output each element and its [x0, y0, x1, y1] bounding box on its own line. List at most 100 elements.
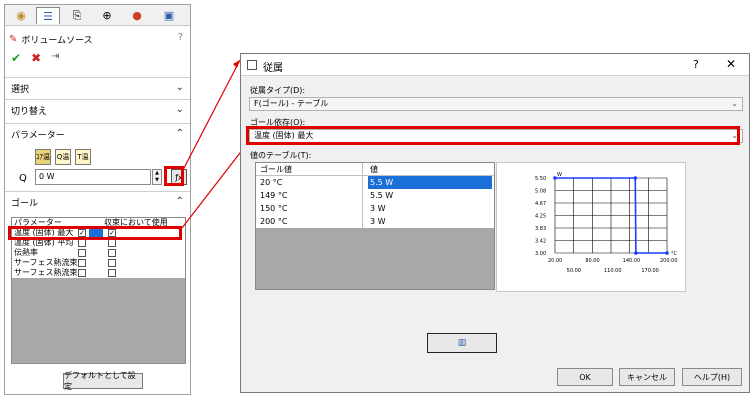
- highlight-goal-dependency: [246, 126, 740, 145]
- header-goal-value: ゴール値: [260, 165, 292, 174]
- cell-value[interactable]: 3 W: [368, 215, 492, 228]
- table-row[interactable]: 200 °C 3 W: [256, 215, 494, 228]
- x-tick-label: 50.00: [567, 268, 581, 274]
- config-manager-tab[interactable]: ⎘: [65, 7, 89, 24]
- cell-value[interactable]: 5.5 W: [368, 176, 492, 189]
- chevron-up-icon: ⌃: [175, 196, 184, 207]
- section-goals-label: ゴール: [11, 199, 39, 209]
- flow-analysis-tab[interactable]: ▣: [157, 7, 181, 24]
- property-manager-tab[interactable]: ☰: [36, 7, 60, 24]
- dependency-type-select[interactable]: F(ゴール) - テーブル ⌄: [249, 97, 743, 111]
- convergence-checkbox[interactable]: [108, 249, 116, 257]
- section-goals[interactable]: ゴール ⌃: [5, 191, 190, 213]
- y-tick-label: 3.42: [535, 239, 546, 245]
- convergence-checkbox[interactable]: [108, 239, 116, 247]
- goal-checkbox[interactable]: [78, 249, 86, 257]
- dialog-help-button[interactable]: ?: [693, 58, 699, 71]
- ok-button[interactable]: OK: [557, 368, 613, 386]
- convergence-checkbox[interactable]: [108, 259, 116, 267]
- help-icon[interactable]: ?: [178, 32, 183, 43]
- data-point: [665, 251, 669, 255]
- goal-row-name: 伝熱率: [14, 248, 38, 257]
- dependency-chart: 5.50 5.08 4.67 4.25 3.83 3.42 3.00 20.00 80.00 14…: [496, 162, 686, 292]
- chart-icon: ▥: [457, 338, 467, 348]
- section-selection-label: 選択: [11, 85, 30, 95]
- dependency-type-label: 従属タイプ(D):: [250, 86, 306, 95]
- header-value: 値: [370, 165, 378, 174]
- cell-goal[interactable]: 149 °C: [260, 189, 287, 202]
- config-manager-icon: ⎘: [72, 8, 82, 22]
- convergence-checkbox[interactable]: [108, 269, 116, 277]
- section-selection[interactable]: 選択 ⌄: [5, 77, 190, 99]
- goal-row[interactable]: サーフェス熱流束: [12, 268, 185, 278]
- goal-row[interactable]: サーフェス熱流束: [12, 258, 185, 268]
- property-panel: ◉ ☰ ⎘ ⊕ ● ▣ ✎ ボリュームソース ? ✔ ✖ ⇥ 選択 ⌄ 切り替え…: [4, 4, 191, 395]
- volume-source-icon: ✎: [9, 33, 18, 45]
- cell-goal[interactable]: 20 °C: [260, 176, 282, 189]
- chart-button[interactable]: ▥: [427, 333, 497, 353]
- cancel-button[interactable]: キャンセル: [619, 368, 675, 386]
- y-tick-label: 3.00: [535, 251, 546, 257]
- feature-manager-icon: ◉: [16, 9, 26, 22]
- dimxpert-icon: ⊕: [102, 9, 112, 22]
- y-tick-label: 3.83: [535, 226, 546, 232]
- goal-row-name: サーフェス熱流束: [14, 268, 78, 277]
- cell-goal[interactable]: 150 °C: [260, 202, 287, 215]
- section-toggle[interactable]: 切り替え ⌄: [5, 99, 190, 121]
- confirm-row: ✔ ✖ ⇥: [11, 51, 60, 65]
- y-axis-label: W: [557, 172, 562, 178]
- x-tick-label: 110.00: [604, 268, 622, 274]
- y-tick-label: 5.50: [535, 176, 546, 182]
- x-axis-label: °C: [671, 251, 678, 257]
- cell-goal[interactable]: 200 °C: [260, 215, 287, 228]
- cell-value[interactable]: 3 W: [368, 202, 492, 215]
- dimxpert-tab[interactable]: ⊕: [95, 7, 119, 24]
- pin-icon[interactable]: ⇥: [51, 51, 59, 65]
- dialog-titlebar: 従属 ? ✕: [241, 54, 749, 76]
- table-row[interactable]: 149 °C 5.5 W: [256, 189, 494, 202]
- feature-header: ✎ ボリュームソース ?: [9, 32, 187, 46]
- goal-row-name: サーフェス熱流束: [14, 258, 78, 267]
- feature-manager-tab[interactable]: ◉: [9, 7, 33, 24]
- value-table: ゴール値 値 20 °C 5.5 W 149 °C 5.5 W 150 °C 3…: [255, 162, 495, 290]
- help-button[interactable]: ヘルプ(H): [682, 368, 742, 386]
- data-point: [634, 251, 638, 255]
- x-tick-label: 140.00: [623, 258, 640, 264]
- param-type-button[interactable]: T温: [75, 149, 91, 165]
- parameter-type-buttons: ｺｱ温 Q温 T温: [35, 149, 91, 165]
- section-toggle-label: 切り替え: [11, 107, 48, 117]
- dialog-close-button[interactable]: ✕: [726, 57, 736, 71]
- q-input[interactable]: 0 W: [35, 169, 151, 185]
- param-type-button[interactable]: Q温: [55, 149, 71, 165]
- set-default-button[interactable]: デフォルトとして設定: [63, 371, 143, 391]
- chart-svg: 5.50 5.08 4.67 4.25 3.83 3.42 3.0020.00 80.00 14…: [535, 172, 678, 274]
- highlight-dependency-button: [164, 166, 184, 186]
- cancel-x-icon[interactable]: ✖: [31, 51, 41, 65]
- goal-checkbox[interactable]: [78, 269, 86, 277]
- q-label: Q: [19, 173, 27, 184]
- q-spinner[interactable]: ▲ ▼: [152, 169, 162, 185]
- data-point: [553, 176, 557, 180]
- goal-checkbox[interactable]: [78, 259, 86, 267]
- panel-tabbar: ◉ ☰ ⎘ ⊕ ● ▣: [5, 5, 190, 26]
- goal-checkbox[interactable]: [78, 239, 86, 247]
- appearance-tab[interactable]: ●: [125, 7, 149, 24]
- goal-row[interactable]: 伝熱率: [12, 248, 185, 258]
- appearance-icon: ●: [132, 9, 142, 22]
- cell-value[interactable]: 5.5 W: [368, 189, 492, 202]
- feature-title: ボリュームソース: [21, 35, 93, 46]
- chevron-down-icon: ⌄: [731, 99, 738, 108]
- arrow-to-dialog: [182, 59, 241, 171]
- property-manager-icon: ☰: [43, 9, 53, 23]
- dialog-title: 従属: [263, 63, 283, 74]
- highlight-goal-row: [8, 226, 182, 240]
- section-parameters[interactable]: パラメーター ⌃: [5, 123, 190, 145]
- table-row[interactable]: 150 °C 3 W: [256, 202, 494, 215]
- x-tick-label: 170.00: [641, 268, 659, 274]
- table-row[interactable]: 20 °C 5.5 W: [256, 176, 494, 189]
- y-tick-label: 5.08: [535, 189, 546, 195]
- ok-check-icon[interactable]: ✔: [11, 51, 21, 65]
- param-type-button[interactable]: ｺｱ温: [35, 149, 51, 165]
- chevron-down-icon: ⌄: [175, 104, 184, 115]
- dependency-type-value: F(ゴール) - テーブル: [254, 99, 329, 108]
